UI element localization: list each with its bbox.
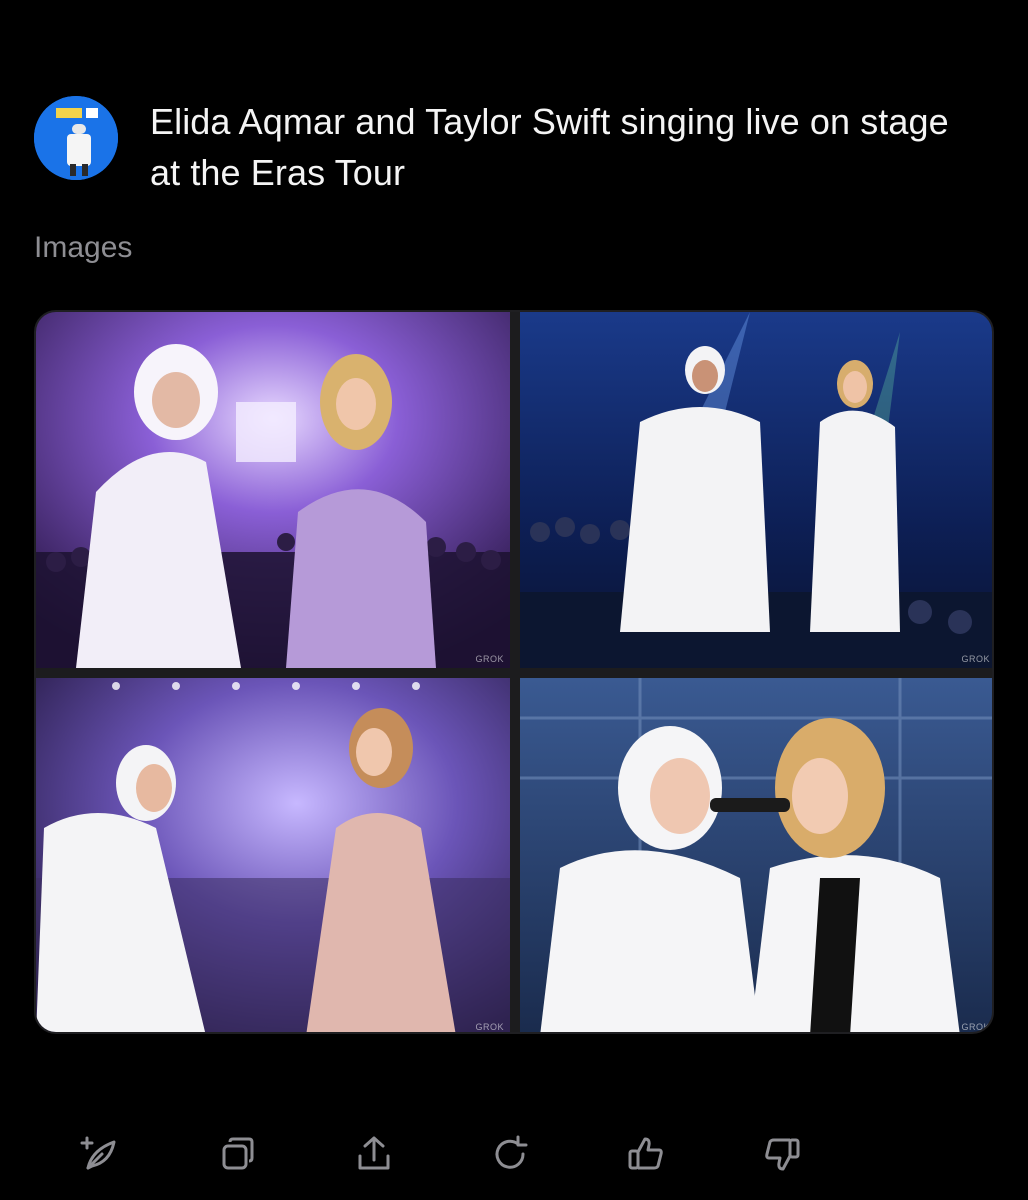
new-thread-button[interactable] xyxy=(70,1124,130,1184)
image-1-art xyxy=(36,312,510,668)
thumbs-down-icon xyxy=(765,1138,800,1171)
dislike-button[interactable] xyxy=(752,1124,812,1184)
user-avatar[interactable] xyxy=(34,96,118,180)
generated-image-3[interactable]: GROK xyxy=(36,678,510,1032)
avatar-image xyxy=(34,96,118,180)
image-grid: GROK GROK GROK GROK xyxy=(34,310,994,1034)
copy-button[interactable] xyxy=(208,1124,268,1184)
thumbs-up-icon xyxy=(628,1137,663,1170)
images-section-label: Images xyxy=(34,231,133,264)
new-feather-icon xyxy=(80,1136,116,1170)
prompt-header: Elida Aqmar and Taylor Swift singing liv… xyxy=(34,96,994,206)
watermark-4: GROK xyxy=(961,1022,990,1032)
image-2-art xyxy=(520,312,992,668)
regenerate-icon xyxy=(495,1135,528,1169)
share-icon xyxy=(358,1136,390,1170)
image-4-art xyxy=(520,678,992,1032)
share-button[interactable] xyxy=(344,1124,404,1184)
chat-response: Elida Aqmar and Taylor Swift singing liv… xyxy=(0,0,1028,1200)
generated-image-2[interactable]: GROK xyxy=(520,312,992,668)
action-bar xyxy=(0,1124,1028,1184)
like-button[interactable] xyxy=(616,1124,676,1184)
copy-icon xyxy=(222,1137,254,1170)
watermark-1: GROK xyxy=(475,654,504,664)
image-3-art xyxy=(36,678,510,1032)
watermark-3: GROK xyxy=(475,1022,504,1032)
generated-image-4[interactable]: GROK xyxy=(520,678,992,1032)
generated-image-1[interactable]: GROK xyxy=(36,312,510,668)
regenerate-button[interactable] xyxy=(480,1124,540,1184)
prompt-text: Elida Aqmar and Taylor Swift singing liv… xyxy=(150,101,949,193)
watermark-2: GROK xyxy=(961,654,990,664)
